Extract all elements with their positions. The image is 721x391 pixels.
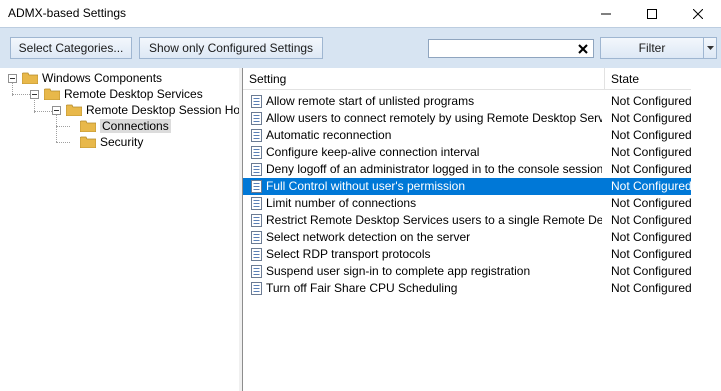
- maximize-icon: [647, 8, 657, 19]
- window-title: ADMX-based Settings: [8, 6, 127, 20]
- select-categories-button[interactable]: Select Categories...: [10, 37, 132, 59]
- tree-node-label: Remote Desktop Session Host: [86, 103, 250, 117]
- setting-state: Not Configured: [611, 145, 691, 159]
- setting-state: Not Configured: [611, 213, 691, 227]
- setting-state: Not Configured: [611, 230, 691, 244]
- tree-line: [34, 111, 52, 112]
- policy-setting-icon: [251, 197, 262, 210]
- setting-name: Allow users to connect remotely by using…: [266, 111, 602, 125]
- tree-line: [12, 94, 30, 95]
- tree-line: [56, 126, 70, 127]
- setting-state: Not Configured: [611, 162, 691, 176]
- folder-icon: [80, 136, 96, 148]
- tree-node-session-host[interactable]: Remote Desktop Session Host: [52, 102, 249, 118]
- category-tree: Windows Components Remote Desktop Servic…: [0, 68, 249, 391]
- column-header-setting[interactable]: Setting: [243, 68, 604, 90]
- filter-button[interactable]: Filter: [600, 37, 704, 59]
- setting-state: Not Configured: [611, 179, 691, 193]
- tree-node-security[interactable]: Security: [80, 134, 143, 150]
- tree-line: [56, 115, 57, 142]
- setting-name: Limit number of connections: [266, 196, 417, 210]
- search-box: [428, 39, 594, 58]
- policy-setting-icon: [251, 180, 262, 193]
- clear-search-icon[interactable]: [576, 41, 590, 56]
- setting-name: Allow remote start of unlisted programs: [266, 94, 475, 108]
- tree-node-remote-desktop-services[interactable]: Remote Desktop Services: [30, 86, 203, 102]
- folder-icon: [44, 88, 60, 100]
- folder-icon: [22, 72, 38, 84]
- setting-state: Not Configured: [611, 264, 691, 278]
- table-row[interactable]: Select network detection on the server No…: [243, 229, 691, 246]
- setting-state: Not Configured: [611, 281, 691, 295]
- table-row[interactable]: Turn off Fair Share CPU Scheduling Not Co…: [243, 280, 691, 297]
- policy-setting-icon: [251, 163, 262, 176]
- tree-node-label: Remote Desktop Services: [64, 87, 203, 101]
- filter-dropdown-button[interactable]: [703, 37, 717, 59]
- show-only-configured-button[interactable]: Show only Configured Settings: [139, 37, 323, 59]
- column-header-state[interactable]: State: [605, 68, 691, 90]
- policy-setting-icon: [251, 112, 262, 125]
- chevron-down-icon: [706, 46, 714, 50]
- close-icon: [693, 8, 703, 19]
- folder-icon: [80, 120, 96, 132]
- policy-setting-icon: [251, 146, 262, 159]
- setting-state: Not Configured: [611, 128, 691, 142]
- maximize-button[interactable]: [629, 0, 675, 27]
- collapse-icon[interactable]: [8, 73, 17, 83]
- table-row[interactable]: Select RDP transport protocols Not Config…: [243, 246, 691, 263]
- table-row[interactable]: Restrict Remote Desktop Services users t…: [243, 212, 691, 229]
- minimize-button[interactable]: [583, 0, 629, 27]
- tree-node-label: Connections: [100, 119, 171, 133]
- tree-node-windows-components[interactable]: Windows Components: [8, 70, 162, 86]
- tree-line: [56, 142, 70, 143]
- policy-setting-icon: [251, 282, 262, 295]
- table-row[interactable]: Configure keep-alive connection interval…: [243, 144, 691, 161]
- table-row[interactable]: Automatic reconnection Not Configured: [243, 127, 691, 144]
- setting-state: Not Configured: [611, 247, 691, 261]
- search-input[interactable]: [431, 41, 575, 56]
- tree-node-label: Security: [100, 135, 144, 149]
- table-row[interactable]: Allow remote start of unlisted programs N…: [243, 93, 691, 110]
- policy-setting-icon: [251, 95, 262, 108]
- policy-setting-icon: [251, 214, 262, 227]
- setting-name: Select network detection on the server: [266, 230, 471, 244]
- policy-setting-icon: [251, 129, 262, 142]
- collapse-icon[interactable]: [52, 105, 61, 115]
- tree-node-connections[interactable]: Connections: [80, 118, 171, 134]
- close-button[interactable]: [675, 0, 721, 27]
- scrollbar-area: [690, 68, 721, 391]
- collapse-icon[interactable]: [30, 89, 39, 99]
- policy-setting-icon: [251, 231, 262, 244]
- table-row[interactable]: Allow users to connect remotely by using…: [243, 110, 691, 127]
- setting-state: Not Configured: [611, 111, 691, 125]
- policy-setting-icon: [251, 265, 262, 278]
- setting-name: Select RDP transport protocols: [266, 247, 431, 261]
- setting-state: Not Configured: [611, 196, 691, 210]
- title-bar: ADMX-based Settings: [0, 0, 721, 27]
- settings-list: Setting State Allow remote start of unli…: [242, 68, 721, 391]
- setting-name: Automatic reconnection: [266, 128, 392, 142]
- setting-name: Turn off Fair Share CPU Scheduling: [266, 281, 458, 295]
- table-row[interactable]: Suspend user sign-in to complete app reg…: [243, 263, 691, 280]
- setting-state: Not Configured: [611, 94, 691, 108]
- policy-setting-icon: [251, 248, 262, 261]
- setting-name: Full Control without user's permission: [266, 179, 466, 193]
- tree-node-label: Windows Components: [42, 71, 163, 85]
- table-row[interactable]: Full Control without user's permission No…: [243, 178, 691, 195]
- toolbar: Select Categories... Show only Configure…: [0, 27, 721, 68]
- setting-name: Suspend user sign-in to complete app reg…: [266, 264, 531, 278]
- setting-name: Restrict Remote Desktop Services users t…: [266, 213, 602, 227]
- folder-icon: [66, 104, 82, 116]
- table-row[interactable]: Limit number of connections Not Configure…: [243, 195, 691, 212]
- minimize-icon: [601, 13, 611, 14]
- setting-name: Configure keep-alive connection interval: [266, 145, 480, 159]
- setting-name: Deny logoff of an administrator logged i…: [266, 162, 602, 176]
- table-row[interactable]: Deny logoff of an administrator logged i…: [243, 161, 691, 178]
